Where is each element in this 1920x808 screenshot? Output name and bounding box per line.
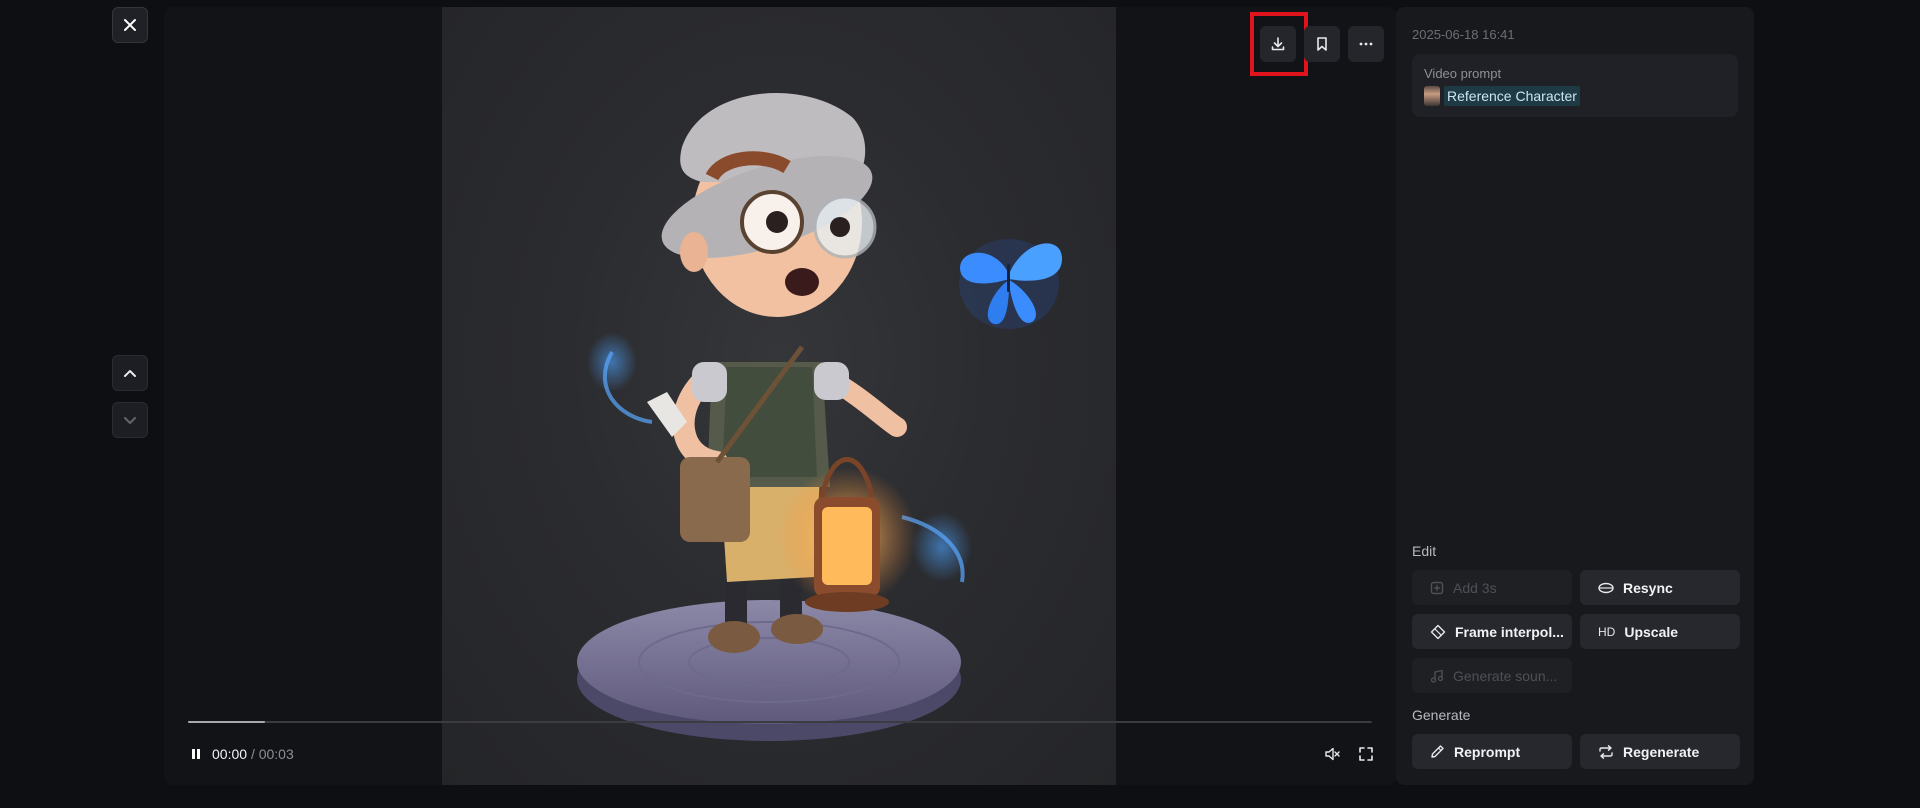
lips-icon xyxy=(1598,582,1614,593)
video-viewer: 00:00 / 00:03 2025-06-18 16:41 Video pro… xyxy=(0,0,1920,808)
generate-sound-button: Generate soun... xyxy=(1412,658,1572,693)
progress-fill xyxy=(188,721,265,723)
mute-button[interactable] xyxy=(1322,744,1342,764)
chevron-up-icon xyxy=(124,370,136,377)
pause-button[interactable] xyxy=(186,744,206,764)
generate-section-title: Generate xyxy=(1412,707,1471,723)
repeat-icon xyxy=(1599,744,1613,759)
playback-controls: 00:00 / 00:03 xyxy=(186,742,1376,766)
more-options-button[interactable] xyxy=(1348,26,1384,62)
resync-label: Resync xyxy=(1623,579,1673,596)
fullscreen-icon xyxy=(1359,747,1373,761)
duration: 00:03 xyxy=(258,746,294,762)
details-panel: 2025-06-18 16:41 Video prompt Reference … xyxy=(1396,7,1754,785)
pencil-icon xyxy=(1431,745,1444,758)
progress-bar[interactable] xyxy=(188,721,1372,723)
hd-icon: HD xyxy=(1598,624,1616,639)
reference-character-name: Reference Character xyxy=(1444,86,1580,106)
timestamp: 2025-06-18 16:41 xyxy=(1412,27,1515,42)
player-toolbar xyxy=(164,12,1396,76)
add-clip-icon xyxy=(1430,581,1444,594)
video-prompt-label: Video prompt xyxy=(1424,66,1502,81)
reference-thumbnail xyxy=(1424,86,1440,106)
current-time: 00:00 xyxy=(212,746,248,762)
video-frame[interactable] xyxy=(442,7,1116,785)
close-icon xyxy=(124,19,136,31)
fullscreen-button[interactable] xyxy=(1356,744,1376,764)
video-prompt-card: Video prompt Reference Character xyxy=(1412,54,1738,117)
diamond-frames-icon xyxy=(1430,624,1446,639)
video-player[interactable]: 00:00 / 00:03 xyxy=(164,7,1396,785)
close-button[interactable] xyxy=(112,7,148,43)
video-still-illustration xyxy=(577,93,972,741)
resync-button[interactable]: Resync xyxy=(1580,570,1740,605)
generate-sound-label: Generate soun... xyxy=(1453,667,1558,684)
next-button[interactable] xyxy=(112,402,148,438)
time-display: 00:00 / 00:03 xyxy=(212,746,294,762)
music-note-icon xyxy=(1430,669,1444,683)
reference-character-chip[interactable]: Reference Character xyxy=(1424,86,1580,106)
upscale-button[interactable]: HD Upscale xyxy=(1580,614,1740,649)
chevron-down-icon xyxy=(124,417,136,424)
add-3s-button: Add 3s xyxy=(1412,570,1572,605)
time-separator: / xyxy=(250,746,255,762)
pause-icon xyxy=(192,749,200,759)
download-button[interactable] xyxy=(1260,26,1296,62)
bookmark-icon xyxy=(1317,37,1327,51)
butterfly-illustration xyxy=(959,239,1062,329)
speaker-mute-icon xyxy=(1325,747,1340,761)
regenerate-label: Regenerate xyxy=(1623,743,1700,760)
regenerate-button[interactable]: Regenerate xyxy=(1580,734,1740,769)
edit-section-title: Edit xyxy=(1412,543,1437,559)
bookmark-button[interactable] xyxy=(1304,26,1340,62)
add-3s-label: Add 3s xyxy=(1453,579,1497,596)
frame-interpolation-label: Frame interpol... xyxy=(1455,623,1564,640)
more-horizontal-icon xyxy=(1359,42,1373,46)
download-icon xyxy=(1271,37,1285,51)
reprompt-button[interactable]: Reprompt xyxy=(1412,734,1572,769)
reprompt-label: Reprompt xyxy=(1454,743,1521,760)
upscale-label: Upscale xyxy=(1624,623,1679,640)
frame-interpolation-button[interactable]: Frame interpol... xyxy=(1412,614,1572,649)
previous-button[interactable] xyxy=(112,355,148,391)
